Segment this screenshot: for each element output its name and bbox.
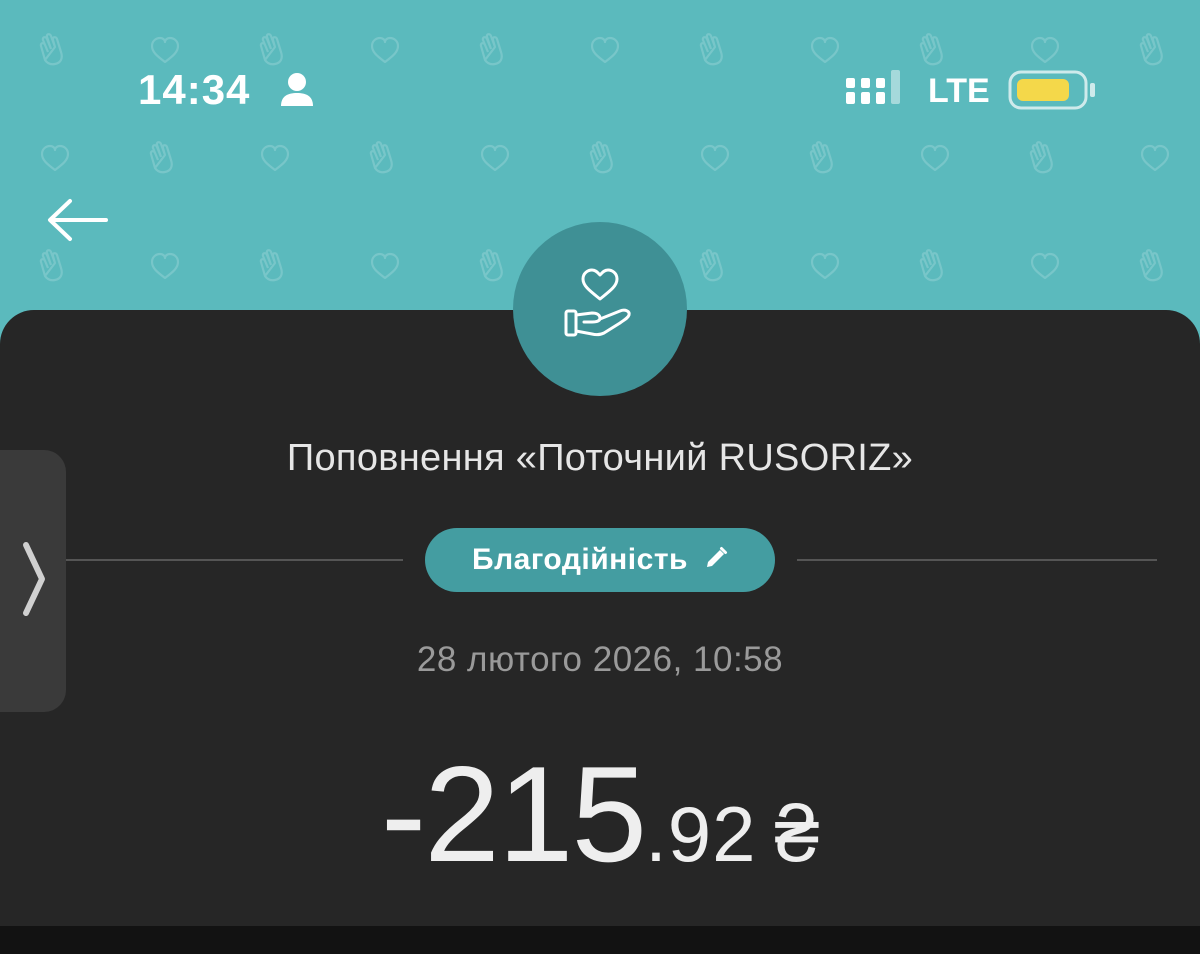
amount-fraction: .92 — [645, 790, 757, 878]
waving-hand-icon — [589, 141, 613, 174]
waving-hand-icon — [39, 33, 63, 66]
category-label: Благодійність — [472, 543, 688, 576]
transaction-amount: -215.92 ₴ — [0, 736, 1200, 892]
waving-hand-icon — [479, 249, 503, 282]
category-avatar — [513, 222, 687, 396]
heart-outline-icon — [1030, 252, 1060, 280]
waving-hand-icon — [699, 249, 723, 282]
heart-outline-icon — [370, 36, 400, 64]
heart-outline-icon — [480, 144, 510, 172]
battery-icon — [1008, 68, 1098, 117]
bottom-section — [0, 926, 1200, 954]
heart-outline-icon — [150, 252, 180, 280]
waving-hand-icon — [1139, 33, 1163, 66]
heart-outline-icon — [1140, 144, 1170, 172]
amount-integer: -215 — [380, 738, 647, 890]
category-button[interactable]: Благодійність — [425, 528, 775, 592]
heart-outline-icon — [150, 36, 180, 64]
waving-hand-icon — [149, 141, 173, 174]
divider-right — [797, 559, 1157, 561]
network-type: LTE — [928, 72, 990, 110]
heart-outline-icon — [810, 252, 840, 280]
heart-outline-icon — [370, 252, 400, 280]
back-button[interactable] — [40, 190, 116, 250]
transaction-title: Поповнення «Поточний RUSORIZ» — [286, 437, 914, 479]
waving-hand-icon — [369, 141, 393, 174]
heart-outline-icon — [40, 144, 70, 172]
waving-hand-icon — [259, 33, 283, 66]
heart-in-hand-icon — [558, 265, 642, 354]
waving-hand-icon — [699, 33, 723, 66]
waving-hand-icon — [809, 141, 833, 174]
transaction-datetime: 28 лютого 2026, 10:58 — [416, 640, 784, 679]
waving-hand-icon — [1029, 141, 1053, 174]
pencil-icon — [704, 546, 728, 575]
heart-outline-icon — [700, 144, 730, 172]
side-panel-tab[interactable] — [0, 450, 66, 712]
heart-outline-icon — [1030, 36, 1060, 64]
waving-hand-icon — [259, 249, 283, 282]
signal-icon — [846, 70, 906, 115]
arrow-left-icon — [40, 199, 116, 254]
heart-outline-icon — [920, 144, 950, 172]
heart-outline-icon — [260, 144, 290, 172]
person-icon — [280, 72, 314, 113]
heart-outline-icon — [590, 36, 620, 64]
waving-hand-icon — [39, 249, 63, 282]
waving-hand-icon — [479, 33, 503, 66]
chevron-right-icon — [18, 539, 48, 624]
heart-outline-icon — [810, 36, 840, 64]
divider-left — [60, 559, 403, 561]
status-time: 14:34 — [138, 66, 251, 113]
waving-hand-icon — [919, 33, 943, 66]
waving-hand-icon — [1139, 249, 1163, 282]
waving-hand-icon — [919, 249, 943, 282]
currency-symbol: ₴ — [774, 789, 820, 878]
